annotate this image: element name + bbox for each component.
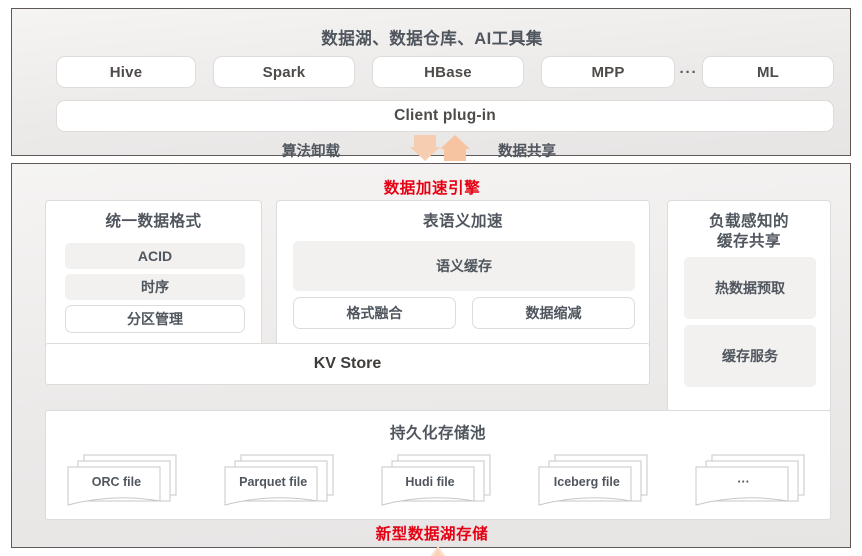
file-stack-icon <box>538 454 648 506</box>
tool-label: HBase <box>424 63 472 81</box>
item-acid[interactable]: ACID <box>65 243 245 269</box>
item-label: 缓存服务 <box>722 348 778 364</box>
new-data-lake-storage-caption: 新型数据湖存储 <box>375 526 489 543</box>
tools-panel-title: 数据湖、数据仓库、AI工具集 <box>321 30 543 48</box>
item-data-reduction[interactable]: 数据缩减 <box>472 297 635 329</box>
kv-store-label: KV Store <box>313 355 382 372</box>
item-label: 热数据预取 <box>715 280 785 296</box>
tool-box-ml[interactable]: ML <box>702 56 834 88</box>
file-stack-icon <box>695 454 805 506</box>
group-table-semantic-acceleration: 表语义加速 语义缓存 格式融合 数据缩减 <box>276 200 650 362</box>
tool-label: Spark <box>262 63 306 81</box>
group-title-line1: 负载感知的 <box>708 213 789 230</box>
architecture-diagram: 数据湖、数据仓库、AI工具集 Hive Spark HBase MPP ··· … <box>0 0 862 556</box>
item-label: 语义缓存 <box>436 258 492 274</box>
file-stack-icon <box>381 454 491 506</box>
item-partition-management[interactable]: 分区管理 <box>65 305 245 333</box>
kv-store-box[interactable]: KV Store <box>45 343 650 385</box>
file-stack-icon <box>67 454 177 506</box>
file-stack-more[interactable]: ··· <box>688 449 816 511</box>
tools-panel: 数据湖、数据仓库、AI工具集 Hive Spark HBase MPP ··· … <box>11 8 851 161</box>
file-formats-row: ORC file Parquet file Hudi file Iceberg … <box>46 449 830 511</box>
item-cache-service[interactable]: 缓存服务 <box>684 325 816 387</box>
item-label: 分区管理 <box>127 311 183 327</box>
item-label: 数据缩减 <box>525 305 582 321</box>
bidirectional-flow-arrows-icon <box>410 135 470 161</box>
item-label: ACID <box>137 248 173 264</box>
upward-flow-arrow-icon <box>430 546 446 556</box>
file-stack-icon <box>224 454 334 506</box>
item-hot-data-prefetch[interactable]: 热数据预取 <box>684 257 816 319</box>
file-stack-iceberg[interactable]: Iceberg file <box>531 449 659 511</box>
tool-box-hbase[interactable]: HBase <box>372 56 524 88</box>
group-title: 负载感知的 缓存共享 <box>668 212 830 252</box>
item-format-fusion[interactable]: 格式融合 <box>293 297 456 329</box>
file-stack-hudi[interactable]: Hudi file <box>374 449 502 511</box>
item-label: 格式融合 <box>346 305 403 321</box>
data-acceleration-engine-title: 数据加速引擎 <box>383 180 481 197</box>
tool-box-mpp[interactable]: MPP <box>541 56 675 88</box>
tool-label: MPP <box>591 63 625 81</box>
tool-box-spark[interactable]: Spark <box>213 56 355 88</box>
group-title: 统一数据格式 <box>105 213 202 230</box>
file-stack-parquet[interactable]: Parquet file <box>217 449 345 511</box>
client-plugin-label: Client plug-in <box>394 107 496 124</box>
item-label: 时序 <box>141 279 169 295</box>
item-timeseries[interactable]: 时序 <box>65 274 245 300</box>
group-unified-data-format: 统一数据格式 ACID 时序 分区管理 <box>45 200 262 362</box>
tool-box-hive[interactable]: Hive <box>56 56 196 88</box>
data-acceleration-panel: 数据加速引擎 统一数据格式 ACID 时序 分区管理 表语义加速 语义缓存 格式… <box>11 163 851 556</box>
ellipsis-icon: ··· <box>679 63 698 81</box>
persistent-storage-pool: 持久化存储池 ORC file Parquet file Hudi file I… <box>45 410 831 520</box>
group-workload-aware-cache-sharing: 负载感知的 缓存共享 热数据预取 缓存服务 <box>667 200 831 412</box>
client-plugin-box[interactable]: Client plug-in <box>56 100 834 132</box>
data-share-label: 数据共享 <box>498 144 556 160</box>
storage-pool-title: 持久化存储池 <box>389 425 486 442</box>
file-stack-orc[interactable]: ORC file <box>60 449 188 511</box>
algorithm-offload-label: 算法卸载 <box>282 144 340 160</box>
group-title-line2: 缓存共享 <box>716 233 781 250</box>
item-semantic-cache[interactable]: 语义缓存 <box>293 241 635 291</box>
tool-label: Hive <box>109 63 143 81</box>
tool-label: ML <box>756 63 780 81</box>
group-title: 表语义加速 <box>422 213 503 230</box>
